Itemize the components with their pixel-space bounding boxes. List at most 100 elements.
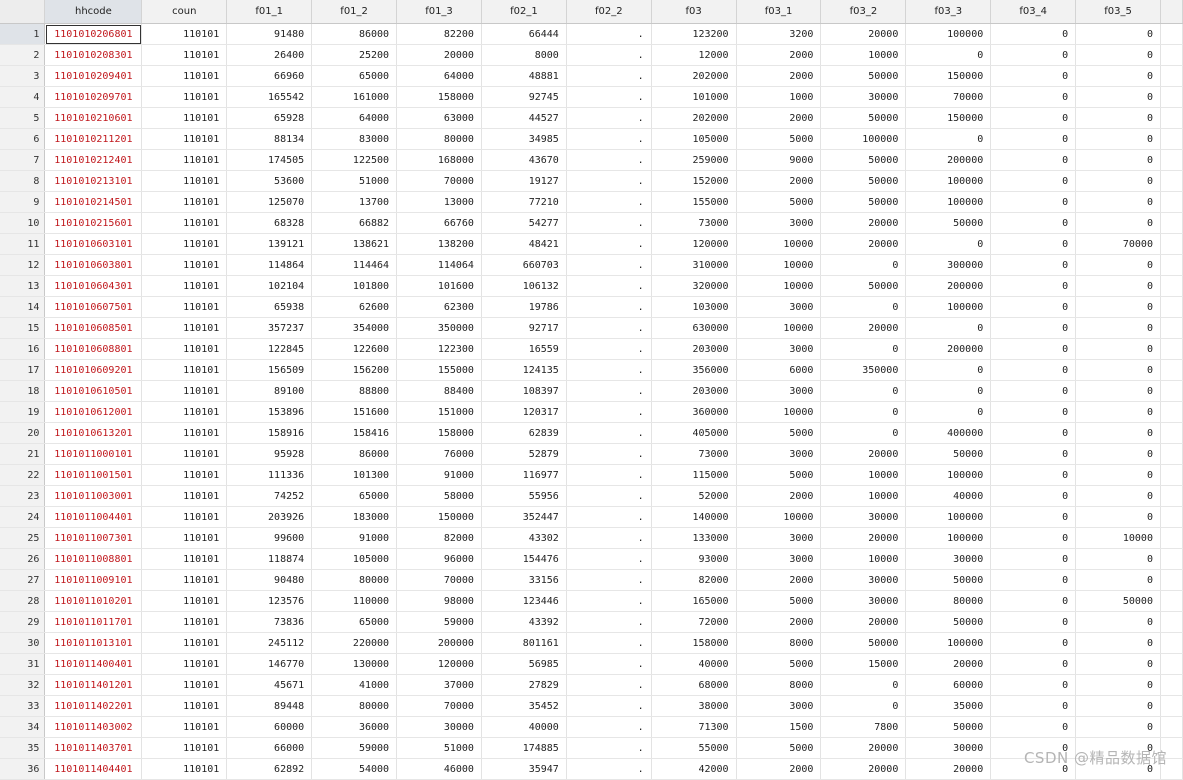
cell-f03-5[interactable]: 0 xyxy=(1075,275,1161,297)
cell-f02-2[interactable]: . xyxy=(566,338,652,360)
cell-f02-2[interactable]: . xyxy=(566,149,652,171)
cell-f01-2[interactable]: 86000 xyxy=(311,23,398,45)
cell-f01-2[interactable]: 183000 xyxy=(311,506,398,528)
cell-f03-3[interactable]: 20000 xyxy=(905,758,992,780)
cell-f01-3[interactable]: 70000 xyxy=(396,569,482,591)
row-number[interactable]: 23 xyxy=(0,485,46,507)
cell-f02-1[interactable]: 123446 xyxy=(481,590,567,612)
cell-f03-2[interactable]: 50000 xyxy=(820,107,907,129)
cell-f03-5[interactable]: 0 xyxy=(1075,485,1161,507)
cell-f03-2[interactable]: 50000 xyxy=(820,149,907,171)
cell-f03-2[interactable]: 0 xyxy=(820,380,907,402)
cell-f03-4[interactable]: 0 xyxy=(990,338,1077,360)
cell-f01-2[interactable]: 65000 xyxy=(311,611,398,633)
row-number[interactable]: 26 xyxy=(0,548,46,570)
cell-f01-3[interactable]: 70000 xyxy=(396,170,482,192)
cell-f03-5[interactable]: 0 xyxy=(1075,65,1161,87)
cell-f03-3[interactable]: 100000 xyxy=(905,527,992,549)
cell-f03-2[interactable]: 0 xyxy=(820,296,907,318)
cell-f02-1[interactable]: 77210 xyxy=(481,191,567,213)
cell-f03-3[interactable]: 50000 xyxy=(905,611,992,633)
cell-f02-1[interactable]: 92745 xyxy=(481,86,567,108)
cell-f02-1[interactable]: 43670 xyxy=(481,149,567,171)
cell-f01-1[interactable]: 203926 xyxy=(226,506,313,528)
cell-f01-3[interactable]: 96000 xyxy=(396,548,482,570)
cell-f01-3[interactable]: 120000 xyxy=(396,653,482,675)
cell-f03-5[interactable]: 0 xyxy=(1075,380,1161,402)
table-row[interactable]: 24 1101011004401 110101 203926 183000 150000 3… xyxy=(0,506,1183,528)
cell-f01-1[interactable]: 165542 xyxy=(226,86,313,108)
row-number[interactable]: 35 xyxy=(0,737,46,759)
cell-f02-2[interactable]: . xyxy=(566,548,652,570)
cell-f03-1[interactable]: 5000 xyxy=(736,191,822,213)
cell-hhcode[interactable]: 1101010208301 xyxy=(44,44,143,66)
column-header-f02-1[interactable]: f02_1 xyxy=(481,0,567,24)
cell-f01-1[interactable]: 122845 xyxy=(226,338,313,360)
row-number[interactable]: 6 xyxy=(0,128,46,150)
cell-f02-2[interactable]: . xyxy=(566,317,652,339)
cell-f03-5[interactable]: 0 xyxy=(1075,338,1161,360)
column-header-f01-3[interactable]: f01_3 xyxy=(396,0,482,24)
cell-f03[interactable]: 202000 xyxy=(651,107,737,129)
cell-f01-3[interactable]: 80000 xyxy=(396,128,482,150)
row-number[interactable]: 12 xyxy=(0,254,46,276)
cell-hhcode[interactable]: 1101010604301 xyxy=(44,275,143,297)
cell-f03-2[interactable]: 20000 xyxy=(820,527,907,549)
row-number[interactable]: 36 xyxy=(0,758,46,780)
cell-f01-3[interactable]: 62300 xyxy=(396,296,482,318)
cell-coun[interactable]: 110101 xyxy=(141,548,228,570)
cell-f01-2[interactable]: 158416 xyxy=(311,422,398,444)
cell-f03-3[interactable]: 40000 xyxy=(905,485,992,507)
cell-f02-2[interactable]: . xyxy=(566,44,652,66)
cell-f03[interactable]: 115000 xyxy=(651,464,737,486)
cell-f03[interactable]: 152000 xyxy=(651,170,737,192)
cell-f03-1[interactable]: 5000 xyxy=(736,464,822,486)
cell-f03-1[interactable]: 3000 xyxy=(736,548,822,570)
cell-f03-5[interactable]: 0 xyxy=(1075,569,1161,591)
table-row[interactable]: 3 1101010209401 110101 66960 65000 64000 48881… xyxy=(0,65,1183,87)
cell-f03-5[interactable]: 0 xyxy=(1075,128,1161,150)
cell-f03-2[interactable]: 20000 xyxy=(820,233,907,255)
cell-f03[interactable]: 140000 xyxy=(651,506,737,528)
cell-f03[interactable]: 203000 xyxy=(651,380,737,402)
cell-f03[interactable]: 123200 xyxy=(651,23,737,45)
cell-f03[interactable]: 310000 xyxy=(651,254,737,276)
corner-cell[interactable] xyxy=(0,0,46,24)
cell-f01-2[interactable]: 13700 xyxy=(311,191,398,213)
cell-f02-2[interactable]: . xyxy=(566,632,652,654)
cell-f01-3[interactable]: 150000 xyxy=(396,506,482,528)
cell-f02-2[interactable]: . xyxy=(566,254,652,276)
cell-f02-2[interactable]: . xyxy=(566,464,652,486)
cell-f02-2[interactable]: . xyxy=(566,716,652,738)
cell-hhcode[interactable]: 1101011403002 xyxy=(44,716,143,738)
cell-f03-3[interactable]: 100000 xyxy=(905,296,992,318)
cell-hhcode[interactable]: 1101011007301 xyxy=(44,527,143,549)
cell-f03-5[interactable]: 0 xyxy=(1075,317,1161,339)
row-number[interactable]: 31 xyxy=(0,653,46,675)
cell-f01-2[interactable]: 91000 xyxy=(311,527,398,549)
cell-f03-2[interactable]: 10000 xyxy=(820,548,907,570)
cell-f03-4[interactable]: 0 xyxy=(990,107,1077,129)
cell-f02-2[interactable]: . xyxy=(566,611,652,633)
table-row[interactable]: 28 1101011010201 110101 123576 110000 98000 12… xyxy=(0,590,1183,612)
cell-f02-1[interactable]: 660703 xyxy=(481,254,567,276)
table-row[interactable]: 26 1101011008801 110101 118874 105000 96000 15… xyxy=(0,548,1183,570)
cell-f01-1[interactable]: 66000 xyxy=(226,737,313,759)
cell-f01-2[interactable]: 64000 xyxy=(311,107,398,129)
table-row[interactable]: 6 1101010211201 110101 88134 83000 80000 34985… xyxy=(0,128,1183,150)
cell-f01-3[interactable]: 58000 xyxy=(396,485,482,507)
cell-f01-1[interactable]: 90480 xyxy=(226,569,313,591)
cell-f01-1[interactable]: 95928 xyxy=(226,443,313,465)
cell-coun[interactable]: 110101 xyxy=(141,107,228,129)
cell-f01-3[interactable]: 158000 xyxy=(396,86,482,108)
cell-f03[interactable]: 360000 xyxy=(651,401,737,423)
cell-f03-5[interactable]: 50000 xyxy=(1075,590,1161,612)
cell-f03[interactable]: 42000 xyxy=(651,758,737,780)
cell-hhcode[interactable]: 1101010609201 xyxy=(44,359,143,381)
cell-f01-2[interactable]: 86000 xyxy=(311,443,398,465)
cell-f03-3[interactable]: 0 xyxy=(905,401,992,423)
cell-f03[interactable]: 55000 xyxy=(651,737,737,759)
cell-f01-3[interactable]: 122300 xyxy=(396,338,482,360)
cell-f03-1[interactable]: 10000 xyxy=(736,506,822,528)
cell-f02-1[interactable]: 35452 xyxy=(481,695,567,717)
